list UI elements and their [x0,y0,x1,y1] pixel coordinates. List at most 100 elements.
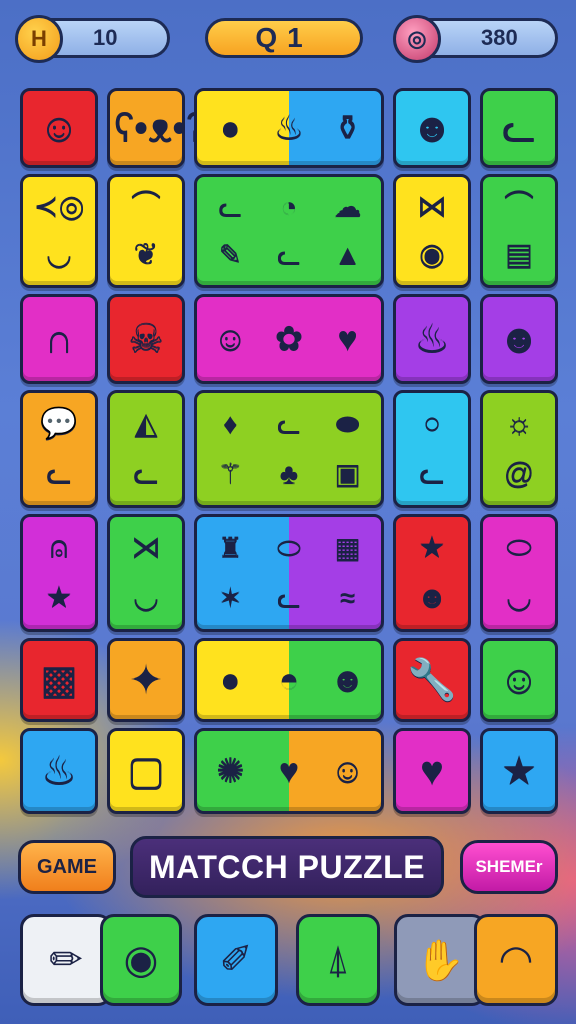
tile-r3-c1[interactable]: ∩ [20,294,98,384]
hand-puppet-icon: ✋ [415,938,465,983]
dock-slot-5[interactable]: ✋ [394,914,486,1006]
bear-face-icon: ʕ•ᴥ•ʔ [114,106,207,150]
dock-slot-2[interactable]: ◉ [100,914,182,1006]
cookie-icon: ⬭ [277,532,301,563]
broom-icon: ⚚ [217,458,243,489]
star-card-icon: ✦ [129,658,163,702]
tile-r3-c4[interactable]: ♨ [393,294,471,384]
tile-r4-c4[interactable]: ○ ᓚ [393,390,471,508]
game-title: MATCCH PUZZLE [130,836,444,898]
tile-r1-c4[interactable]: ☻ [393,88,471,168]
heart-icon: ♥ [420,749,444,793]
tile-r4-c1[interactable]: 💬 ᓚ [20,390,98,508]
meat-icon: ⬬ [335,408,360,439]
tile-r7-c3[interactable]: ✺ ♥ ☺ [194,728,384,814]
palm-tree-icon: ♣ [279,458,299,489]
cat-face-icon: ᓚ [501,106,537,150]
tile-r4-c3[interactable]: ♦ ᓚ ⬬ ⚚ ♣ ▣ [194,390,384,508]
bowl-icon: ◡ [132,581,160,614]
bread-loaf-icon: ▩ [40,658,78,702]
tile-r4-c2[interactable]: ◭ ᓚ [107,390,185,508]
tile-r5-c4[interactable]: ★ ☻ [393,514,471,632]
tile-r4-c5[interactable]: ☼ @ [480,390,558,508]
blue-alien-face-icon: ☺ [212,320,248,358]
bottom-dock: ✏ ◉ ✐ ⍋ ✋ ◠ [0,914,576,1010]
dock-slot-1[interactable]: ✏ [20,914,112,1006]
dock-slot-4[interactable]: ⍋ [296,914,380,1006]
heart-icon: ♥ [337,320,358,358]
tile-r5-c3[interactable]: ♜ ⬭ ▦ ✶ ᓚ ≈ [194,514,384,632]
tile-r7-c4[interactable]: ♥ [393,728,471,814]
tile-r6-c1[interactable]: ▩ [20,638,98,722]
tile-r2-c4[interactable]: ⋈ ◉ [393,174,471,288]
tile-r7-c5[interactable]: ★ [480,728,558,814]
tile-r6-c2[interactable]: ✦ [107,638,185,722]
shemer-button[interactable]: SHEMEr [460,840,558,894]
bell-jar-icon: ⍋ [326,937,350,982]
fish-icon: ⋊ [131,531,161,564]
tile-r1-c2[interactable]: ʕ•ᴥ•ʔ [107,88,206,168]
flame-icon: ♨ [414,317,450,361]
tile-r7-c2[interactable]: ▢ [107,728,185,814]
tile-r6-c4[interactable]: 🔧 [393,638,471,722]
tile-r6-c3[interactable]: ● ◓ ☻ [194,638,384,722]
tile-r3-c3[interactable]: ☺ ✿ ♥ [194,294,384,384]
cupcake-icon: ♨ [41,749,77,793]
tile-r2-c1[interactable]: ≺◎ ◡ [20,174,98,288]
chick-icon: ◔ [280,191,298,222]
slime-icon: ☁ [333,191,362,222]
smiley-face-icon: ☺ [38,106,80,150]
bell-icon: ⍝ [50,531,68,564]
bubble-icon: ○ [422,407,442,440]
speech-bubble-icon: 💬 [40,407,78,440]
robot-face-icon: ◉ [123,938,159,982]
tile-r2-c3[interactable]: ᓚ ◔ ☁ ✎ ᓚ ▲ [194,174,384,288]
dock-slot-3[interactable]: ✐ [194,914,278,1006]
bread-face-icon: ▢ [127,749,165,793]
rss-feed-icon: ◠ [498,938,534,982]
tile-r1-c1[interactable]: ☺ [20,88,98,168]
strawberry-icon: ♦ [223,408,238,439]
bowl-icon: ◡ [45,238,73,271]
cat-face-icon: ᓚ [133,457,159,490]
tile-r5-c5[interactable]: ⬭ ◡ [480,514,558,632]
game-board: ☺ ʕ•ᴥ•ʔ ● ♨ ⚱ ☻ ᓚ ≺◎ ◡ ⌒ ❦ ᓚ ◔ ☁ ✎ ᓚ ▲ ⋈ ◉ ⌒ ▤ ∩ ☠ ☺ ✿ ♥ ♨ ☻ 💬 ᓚ ◭ ᓚ ♦ ᓚ ⬬… [0,0,576,830]
green-monster-icon: ☻ [497,317,541,361]
tile-r1-c5[interactable]: ᓚ [480,88,558,168]
dock-slot-6[interactable]: ◠ [474,914,558,1006]
tile-r6-c5[interactable]: ☺ [480,638,558,722]
tile-r3-c2[interactable]: ☠ [107,294,185,384]
pencil-icon: ✏ [49,938,83,982]
pie-icon: ◭ [134,407,158,440]
orange-heart-icon: ♥ [278,752,300,790]
striped-arch-icon: ∩ [44,317,74,361]
starfish-icon: ✶ [218,582,243,613]
blue-smiley-icon: ☺ [330,752,365,790]
wrench-icon: 🔧 [407,658,457,702]
leaf-icon: ❦ [133,238,159,271]
tile-r7-c1[interactable]: ♨ [20,728,98,814]
snail-icon: @ [503,457,535,490]
green-robot-icon: ☻ [329,661,366,699]
cake-slice-icon: ▤ [504,238,534,271]
shell-icon: ◉ [418,238,446,271]
fox-face-icon: ᓚ [277,239,301,270]
sun-face-icon: ☼ [505,407,533,440]
puddle-icon: ≈ [339,582,356,613]
tile-r1-c3[interactable]: ● ♨ ⚱ [194,88,384,168]
star-icon: ★ [45,581,73,614]
squirrel-face-icon: ᓚ [46,457,72,490]
shield-rose-icon: ✿ [274,320,304,358]
skull-icon: ☠ [128,317,164,361]
tile-r5-c2[interactable]: ⋊ ◡ [107,514,185,632]
title-banner: GAME MATCCH PUZZLE SHEMEr [0,836,576,900]
jar-face-icon: ▣ [334,458,361,489]
flame-drop-icon: ♨ [273,109,305,147]
star-icon: ★ [418,531,446,564]
tile-r2-c5[interactable]: ⌒ ▤ [480,174,558,288]
game-button[interactable]: GAME [18,840,116,894]
tile-r2-c2[interactable]: ⌒ ❦ [107,174,185,288]
fox-face-icon: ᓚ [277,408,301,439]
tile-r3-c5[interactable]: ☻ [480,294,558,384]
tile-r5-c1[interactable]: ⍝ ★ [20,514,98,632]
